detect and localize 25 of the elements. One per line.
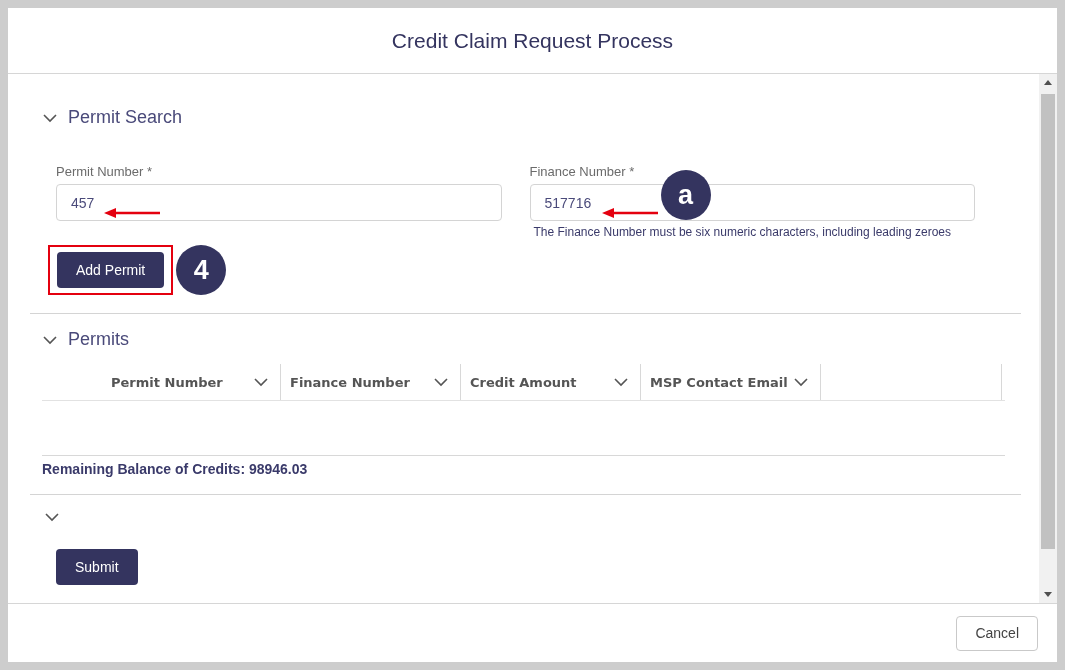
balance-text: Remaining Balance of Credits: 98946.03: [42, 461, 309, 477]
column-header[interactable]: Finance Number: [281, 364, 461, 400]
dialog-title: Credit Claim Request Process: [391, 28, 674, 53]
callout-badge: a: [660, 170, 711, 220]
chevron-icon[interactable]: [44, 512, 60, 522]
field-hint: The Finance Number must be six numeric characters, including leading zeroes: [532, 225, 953, 239]
section-title[interactable]: Permit Search: [68, 107, 183, 128]
column-header[interactable]: Credit Amount: [461, 364, 641, 400]
column-header[interactable]: Permit Number: [42, 364, 281, 400]
sort-chevron-icon[interactable]: [434, 377, 448, 387]
cancel-button[interactable]: Cancel: [956, 615, 1038, 651]
scrollbar[interactable]: [1039, 74, 1057, 603]
chevron-icon[interactable]: [42, 334, 58, 345]
sort-chevron-icon[interactable]: [254, 377, 268, 387]
input-field[interactable]: 457: [56, 184, 502, 221]
callout-badge: 4: [176, 245, 227, 295]
add-permit-button[interactable]: Add Permit: [57, 252, 165, 288]
column-header[interactable]: MSP Contact Email: [641, 364, 821, 400]
field-label: Finance Number *: [529, 164, 636, 179]
sort-chevron-icon[interactable]: [794, 377, 808, 387]
section-title[interactable]: Permits: [68, 329, 129, 350]
sort-chevron-icon[interactable]: [614, 377, 628, 387]
submit-button[interactable]: Submit: [56, 549, 138, 585]
chevron-icon[interactable]: [42, 112, 58, 123]
field-label: Permit Number *: [56, 164, 154, 179]
